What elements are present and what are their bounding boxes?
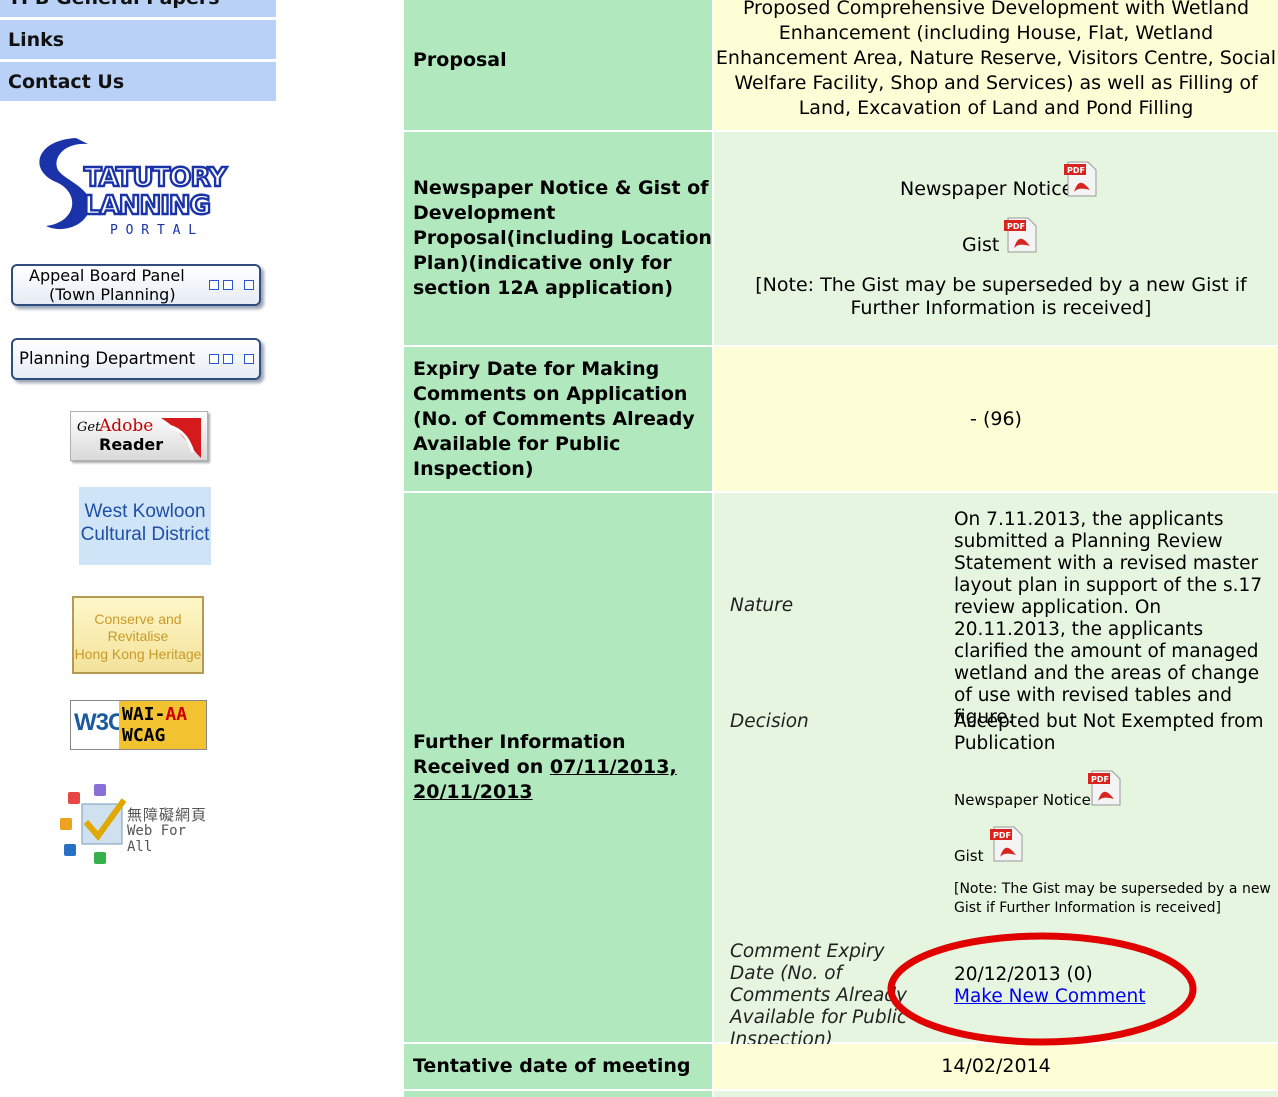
table-row-proposal: Proposal Proposed Comprehensive Developm… — [404, 0, 1278, 130]
adobe-get-text: Get — [77, 420, 101, 435]
expiry-date-value: - (96) — [970, 408, 1022, 430]
further-info-gist-text: Gist — [954, 847, 984, 865]
decision-key: Decision — [730, 711, 809, 732]
pdf-icon[interactable]: PDF — [1062, 160, 1098, 198]
external-link-icon — [244, 354, 254, 364]
application-details-table: Proposal Proposed Comprehensive Developm… — [404, 0, 1278, 1097]
svg-text:PDF: PDF — [1067, 166, 1085, 175]
web-for-all-logo[interactable]: 無障礙網頁 Web For All — [58, 782, 218, 870]
table-row-next — [404, 1091, 1278, 1097]
external-link-icon — [244, 280, 254, 290]
appeal-button-line2: (Town Planning) — [49, 285, 176, 304]
adobe-reader-logo[interactable]: Get Adobe Reader — [70, 411, 208, 461]
conserve-heritage-logo[interactable]: Conserve and Revitalise Hong Kong Herita… — [72, 596, 204, 674]
spp-logo-line2: LANNING — [84, 191, 210, 221]
wcag-text: WCAG 2.0 — [122, 725, 166, 749]
aa-text: AA — [165, 704, 188, 725]
comment-expiry-date: 20/12/2013 (0) — [954, 964, 1093, 985]
web-for-all-chinese: 無障礙網頁 — [127, 806, 208, 824]
newspaper-notice-text: Newspaper Notice — [900, 178, 1074, 200]
gist-text: Gist — [962, 234, 1000, 256]
comment-expiry-key: Comment Expiry Date (No. of Comments Alr… — [730, 941, 908, 1050]
west-kowloon-line1: West Kowloon — [84, 501, 206, 522]
make-new-comment-link[interactable]: Make New Comment — [954, 986, 1146, 1007]
proposal-value: Proposed Comprehensive Development with … — [715, 0, 1277, 119]
table-row-newspaper-notice: Newspaper Notice & Gist of Development P… — [404, 132, 1278, 345]
sidebar: TPB General Papers Links Contact Us TATU… — [0, 0, 280, 1097]
pdf-icon[interactable]: PDF — [988, 825, 1024, 863]
sidebar-item-tpb-general-papers[interactable]: TPB General Papers — [0, 0, 276, 19]
proposal-label: Proposal — [404, 0, 712, 130]
meeting-date-label: Tentative date of meeting — [404, 1044, 712, 1089]
meeting-date-value: 14/02/2014 — [941, 1055, 1051, 1077]
accessibility-checkmark-icon — [60, 784, 127, 864]
spp-logo-line1: TATUTORY — [84, 163, 228, 193]
w3c-wcag-logo[interactable]: W3C WAI-AA WCAG 2.0 — [70, 700, 207, 750]
further-information-label: Further Information Received on 07/11/20… — [404, 493, 712, 1042]
west-kowloon-cultural-district-logo[interactable]: West Kowloon Cultural District — [79, 487, 211, 565]
pdf-icon[interactable]: PDF — [1002, 216, 1038, 254]
table-row-expiry-date: Expiry Date for Making Comments on Appli… — [404, 347, 1278, 491]
decision-value: Accepted but Not Exempted from Publicati… — [954, 711, 1264, 754]
planning-department-button[interactable]: Planning Department — [11, 338, 261, 380]
svg-text:PDF: PDF — [993, 831, 1011, 840]
web-for-all-english: Web For All — [127, 823, 187, 855]
table-row-meeting-date: Tentative date of meeting 14/02/2014 — [404, 1044, 1278, 1089]
new-window-icon — [209, 280, 219, 290]
expiry-date-label: Expiry Date for Making Comments on Appli… — [404, 347, 712, 491]
adobe-brand-text: Adobe — [99, 416, 154, 436]
wai-text: WAI- — [122, 704, 166, 725]
sidebar-item-contact-us[interactable]: Contact Us — [0, 62, 276, 103]
further-info-newspaper-notice-text: Newspaper Notice — [954, 791, 1091, 809]
nature-value: On 7.11.2013, the applicants submitted a… — [954, 509, 1263, 728]
adobe-swirl-icon — [161, 418, 201, 458]
new-window-icon — [209, 354, 219, 364]
west-kowloon-line2: Cultural District — [80, 524, 210, 545]
appeal-board-panel-button[interactable]: Appeal Board Panel (Town Planning) — [11, 264, 261, 306]
new-window-icon — [223, 280, 233, 290]
table-row-further-information: Further Information Received on 07/11/20… — [404, 493, 1278, 1050]
heritage-line3: Hong Kong Heritage — [74, 646, 202, 662]
pdf-icon[interactable]: PDF — [1086, 769, 1122, 807]
new-window-icon — [223, 354, 233, 364]
spp-logo-line3: P O R T A L — [110, 223, 196, 238]
adobe-reader-text: Reader — [99, 435, 164, 454]
w3c-text: W3C — [74, 709, 125, 736]
heritage-line2: Revitalise — [107, 628, 169, 644]
nature-key: Nature — [730, 595, 794, 616]
appeal-button-line1: Appeal Board Panel — [29, 266, 185, 285]
gist-note: [Note: The Gist may be superseded by a n… — [755, 274, 1247, 319]
svg-text:PDF: PDF — [1091, 775, 1109, 784]
statutory-planning-portal-logo[interactable]: TATUTORY LANNING P O R T A L — [28, 130, 252, 242]
svg-text:PDF: PDF — [1007, 222, 1025, 231]
planning-button-label: Planning Department — [19, 349, 196, 368]
further-info-gist-note: [Note: The Gist may be superseded by a n… — [954, 881, 1271, 916]
newspaper-notice-label: Newspaper Notice & Gist of Development P… — [404, 132, 712, 345]
sidebar-item-links[interactable]: Links — [0, 20, 276, 61]
heritage-line1: Conserve and — [94, 611, 182, 627]
